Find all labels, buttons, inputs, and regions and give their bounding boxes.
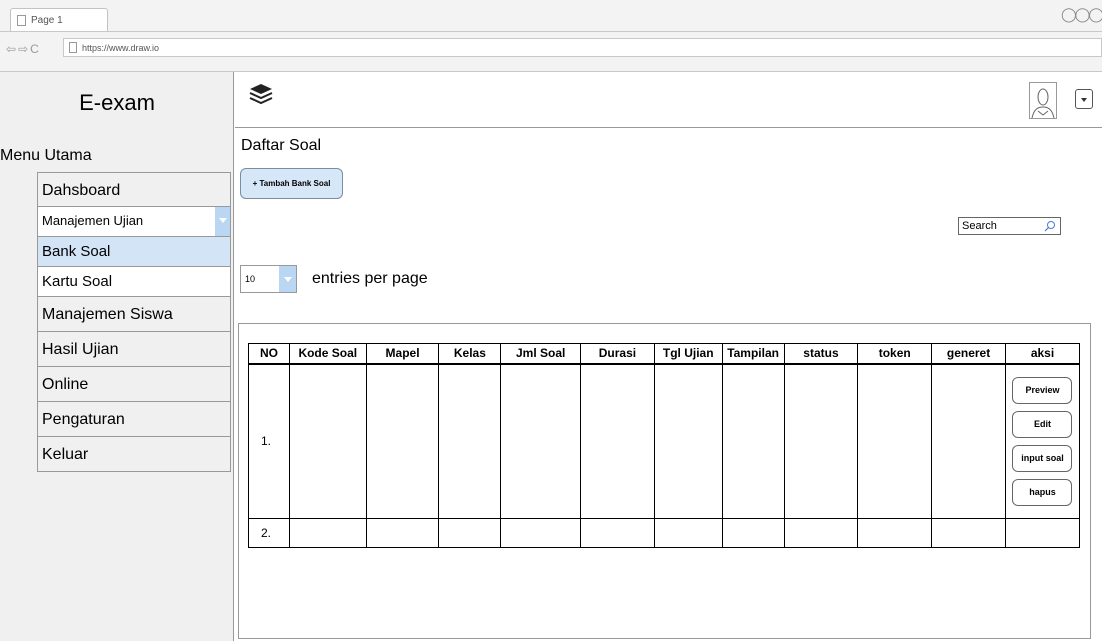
preview-button[interactable]: Preview (1012, 376, 1073, 404)
input-soal-button[interactable]: input soal (1012, 444, 1073, 472)
sidebar-item-manajemen-ujian[interactable]: Manajemen Ujian (37, 207, 231, 237)
column-header: token (857, 343, 933, 365)
add-bank-soal-button[interactable]: + Tambah Bank Soal (240, 168, 343, 199)
column-header: aksi (1004, 343, 1081, 365)
table-header-row: NO Kode Soal Mapel Kelas Jml Soal Durasi… (248, 343, 1081, 365)
table-cell (500, 363, 582, 519)
table-cell (653, 518, 723, 548)
actions-cell: Preview Edit input soal hapus (1004, 363, 1081, 519)
table-cell (580, 363, 655, 519)
sidebar-item-label: Pengaturan (42, 411, 125, 428)
sidebar-item-kartu-soal[interactable]: Kartu Soal (37, 267, 231, 297)
tab-title: Page 1 (31, 15, 63, 26)
search-placeholder: Search (962, 220, 997, 232)
user-menu-dropdown[interactable] (1075, 89, 1093, 109)
menu-title: Menu Utama (0, 147, 92, 164)
sidebar-item-label: Keluar (42, 446, 89, 463)
reload-icon[interactable]: C (30, 42, 41, 56)
sidebar-item-label: Hasil Ujian (42, 341, 119, 358)
row-number: 1. (248, 363, 290, 519)
column-header: generet (931, 343, 1006, 365)
user-avatar-icon[interactable] (1029, 82, 1057, 119)
column-header: Kode Soal (288, 343, 367, 365)
page-icon (17, 15, 26, 26)
browser-chrome: Page 1 ◯◯◯ ⇦⇨C https://www.draw.io (0, 0, 1102, 72)
window-controls[interactable]: ◯◯◯ (1061, 6, 1102, 22)
entries-per-page-select[interactable]: 10 (240, 265, 297, 293)
table-row: 2. (248, 518, 1081, 548)
sidebar-item-manajemen-siswa[interactable]: Manajemen Siswa (37, 297, 231, 332)
table-cell (783, 363, 859, 519)
sidebar-item-label: Kartu Soal (42, 273, 113, 290)
table-cell (288, 363, 367, 519)
table-cell (365, 363, 440, 519)
table-cell (438, 518, 502, 548)
main-header (235, 72, 1102, 128)
app-title: E-exam (79, 90, 155, 115)
table-cell (438, 363, 502, 519)
browser-tab[interactable]: Page 1 (10, 8, 108, 32)
questions-table: NO Kode Soal Mapel Kelas Jml Soal Durasi… (248, 343, 1081, 548)
table-cell (500, 518, 582, 548)
sidebar-item-dashboard[interactable]: Dahsboard (37, 172, 231, 207)
sidebar-menu: Dahsboard Manajemen Ujian Bank Soal Kart… (37, 172, 231, 472)
table-cell (288, 518, 367, 548)
page-title: Daftar Soal (241, 137, 322, 154)
table-cell (783, 518, 859, 548)
edit-button[interactable]: Edit (1012, 410, 1073, 438)
chevron-down-icon[interactable] (215, 207, 230, 236)
row-number: 2. (248, 518, 290, 548)
table-cell (653, 363, 723, 519)
table-row: 1. Preview Edit input soal hapus (248, 363, 1081, 519)
tab-divider (0, 31, 1102, 32)
column-header: status (783, 343, 859, 365)
table-cell (721, 518, 785, 548)
sidebar: E-exam Menu Utama Dahsboard Manajemen Uj… (0, 72, 234, 641)
back-icon[interactable]: ⇦ (6, 42, 18, 56)
table-cell (721, 363, 785, 519)
url-text: https://www.draw.io (82, 43, 160, 53)
address-bar[interactable]: https://www.draw.io (63, 38, 1102, 57)
page-icon (69, 42, 77, 53)
sidebar-item-label: Manajemen Siswa (42, 306, 173, 323)
column-header: Tgl Ujian (653, 343, 723, 365)
forward-icon[interactable]: ⇨ (18, 42, 30, 56)
chevron-down-icon (1081, 98, 1087, 102)
column-header: Tampilan (721, 343, 785, 365)
column-header: NO (248, 343, 290, 365)
search-icon[interactable] (1044, 220, 1056, 232)
entries-label: entries per page (312, 270, 428, 287)
table-cell (931, 363, 1006, 519)
column-header: Mapel (365, 343, 440, 365)
chevron-down-icon[interactable] (279, 266, 296, 292)
entries-value: 10 (245, 274, 256, 284)
sidebar-item-online[interactable]: Online (37, 367, 231, 402)
table-cell (857, 518, 933, 548)
navigation-buttons[interactable]: ⇦⇨C (6, 42, 41, 56)
sidebar-item-label: Dahsboard (42, 182, 121, 199)
search-input[interactable]: Search (958, 217, 1061, 235)
sidebar-item-label: Bank Soal (42, 243, 111, 260)
sidebar-item-label: Manajemen Ujian (42, 213, 144, 228)
sidebar-item-bank-soal[interactable]: Bank Soal (37, 237, 231, 267)
layers-icon[interactable] (249, 82, 273, 106)
table-cell (365, 518, 440, 548)
column-header: Kelas (438, 343, 502, 365)
table-cell (857, 363, 933, 519)
sidebar-item-keluar[interactable]: Keluar (37, 437, 231, 472)
table-cell (931, 518, 1006, 548)
column-header: Durasi (580, 343, 655, 365)
sidebar-item-pengaturan[interactable]: Pengaturan (37, 402, 231, 437)
actions-cell (1004, 518, 1081, 548)
sidebar-item-label: Online (42, 376, 89, 393)
table-cell (580, 518, 655, 548)
column-header: Jml Soal (500, 343, 582, 365)
hapus-button[interactable]: hapus (1012, 478, 1073, 506)
sidebar-item-hasil-ujian[interactable]: Hasil Ujian (37, 332, 231, 367)
